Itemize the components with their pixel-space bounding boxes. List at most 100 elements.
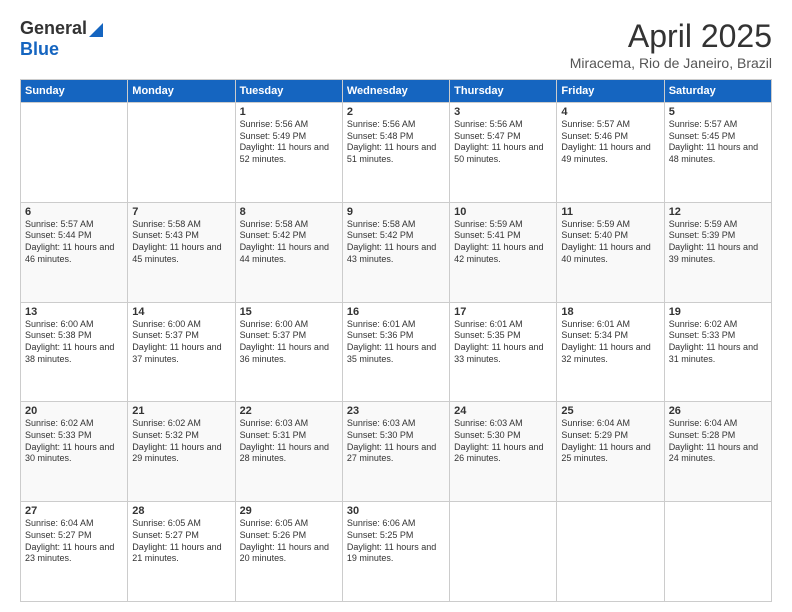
week-row-4: 20Sunrise: 6:02 AM Sunset: 5:33 PM Dayli… [21, 402, 772, 502]
day-cell: 30Sunrise: 6:06 AM Sunset: 5:25 PM Dayli… [342, 502, 449, 602]
cell-content: 16Sunrise: 6:01 AM Sunset: 5:36 PM Dayli… [347, 306, 445, 366]
day-number: 30 [347, 505, 445, 517]
day-header-thursday: Thursday [450, 80, 557, 103]
day-number: 20 [25, 405, 123, 417]
cell-details: Sunrise: 6:06 AM Sunset: 5:25 PM Dayligh… [347, 518, 445, 565]
day-number: 3 [454, 106, 552, 118]
day-cell: 22Sunrise: 6:03 AM Sunset: 5:31 PM Dayli… [235, 402, 342, 502]
day-cell [128, 103, 235, 203]
logo-general-text: General [20, 18, 87, 39]
cell-details: Sunrise: 6:04 AM Sunset: 5:27 PM Dayligh… [25, 518, 123, 565]
cell-content: 15Sunrise: 6:00 AM Sunset: 5:37 PM Dayli… [240, 306, 338, 366]
day-number: 23 [347, 405, 445, 417]
day-cell: 9Sunrise: 5:58 AM Sunset: 5:42 PM Daylig… [342, 202, 449, 302]
day-cell: 12Sunrise: 5:59 AM Sunset: 5:39 PM Dayli… [664, 202, 771, 302]
day-cell: 21Sunrise: 6:02 AM Sunset: 5:32 PM Dayli… [128, 402, 235, 502]
calendar-table: SundayMondayTuesdayWednesdayThursdayFrid… [20, 79, 772, 602]
day-cell: 18Sunrise: 6:01 AM Sunset: 5:34 PM Dayli… [557, 302, 664, 402]
day-cell [664, 502, 771, 602]
cell-content: 13Sunrise: 6:00 AM Sunset: 5:38 PM Dayli… [25, 306, 123, 366]
cell-details: Sunrise: 6:02 AM Sunset: 5:33 PM Dayligh… [25, 418, 123, 465]
day-cell: 11Sunrise: 5:59 AM Sunset: 5:40 PM Dayli… [557, 202, 664, 302]
day-cell: 6Sunrise: 5:57 AM Sunset: 5:44 PM Daylig… [21, 202, 128, 302]
week-row-3: 13Sunrise: 6:00 AM Sunset: 5:38 PM Dayli… [21, 302, 772, 402]
cell-content: 20Sunrise: 6:02 AM Sunset: 5:33 PM Dayli… [25, 405, 123, 465]
cell-content: 22Sunrise: 6:03 AM Sunset: 5:31 PM Dayli… [240, 405, 338, 465]
cell-content: 23Sunrise: 6:03 AM Sunset: 5:30 PM Dayli… [347, 405, 445, 465]
cell-details: Sunrise: 5:56 AM Sunset: 5:49 PM Dayligh… [240, 119, 338, 166]
day-cell: 2Sunrise: 5:56 AM Sunset: 5:48 PM Daylig… [342, 103, 449, 203]
cell-details: Sunrise: 6:03 AM Sunset: 5:30 PM Dayligh… [347, 418, 445, 465]
cell-content: 29Sunrise: 6:05 AM Sunset: 5:26 PM Dayli… [240, 505, 338, 565]
day-header-monday: Monday [128, 80, 235, 103]
day-number: 26 [669, 405, 767, 417]
cell-details: Sunrise: 5:59 AM Sunset: 5:40 PM Dayligh… [561, 219, 659, 266]
cell-details: Sunrise: 6:00 AM Sunset: 5:37 PM Dayligh… [132, 319, 230, 366]
cell-content: 8Sunrise: 5:58 AM Sunset: 5:42 PM Daylig… [240, 206, 338, 266]
cell-content: 17Sunrise: 6:01 AM Sunset: 5:35 PM Dayli… [454, 306, 552, 366]
cell-content: 6Sunrise: 5:57 AM Sunset: 5:44 PM Daylig… [25, 206, 123, 266]
day-number: 17 [454, 306, 552, 318]
day-number: 14 [132, 306, 230, 318]
week-row-5: 27Sunrise: 6:04 AM Sunset: 5:27 PM Dayli… [21, 502, 772, 602]
title-block: April 2025 Miracema, Rio de Janeiro, Bra… [570, 18, 772, 71]
day-number: 12 [669, 206, 767, 218]
cell-details: Sunrise: 5:57 AM Sunset: 5:45 PM Dayligh… [669, 119, 767, 166]
day-number: 25 [561, 405, 659, 417]
cell-details: Sunrise: 5:58 AM Sunset: 5:42 PM Dayligh… [240, 219, 338, 266]
day-number: 18 [561, 306, 659, 318]
cell-details: Sunrise: 5:56 AM Sunset: 5:47 PM Dayligh… [454, 119, 552, 166]
day-cell: 8Sunrise: 5:58 AM Sunset: 5:42 PM Daylig… [235, 202, 342, 302]
cell-content: 28Sunrise: 6:05 AM Sunset: 5:27 PM Dayli… [132, 505, 230, 565]
day-cell: 5Sunrise: 5:57 AM Sunset: 5:45 PM Daylig… [664, 103, 771, 203]
cell-content: 19Sunrise: 6:02 AM Sunset: 5:33 PM Dayli… [669, 306, 767, 366]
day-cell: 20Sunrise: 6:02 AM Sunset: 5:33 PM Dayli… [21, 402, 128, 502]
day-cell: 19Sunrise: 6:02 AM Sunset: 5:33 PM Dayli… [664, 302, 771, 402]
cell-details: Sunrise: 5:59 AM Sunset: 5:41 PM Dayligh… [454, 219, 552, 266]
cell-content: 26Sunrise: 6:04 AM Sunset: 5:28 PM Dayli… [669, 405, 767, 465]
logo: General Blue [20, 18, 103, 60]
days-header-row: SundayMondayTuesdayWednesdayThursdayFrid… [21, 80, 772, 103]
day-cell: 28Sunrise: 6:05 AM Sunset: 5:27 PM Dayli… [128, 502, 235, 602]
day-number: 24 [454, 405, 552, 417]
cell-content: 1Sunrise: 5:56 AM Sunset: 5:49 PM Daylig… [240, 106, 338, 166]
day-header-saturday: Saturday [664, 80, 771, 103]
cell-content: 18Sunrise: 6:01 AM Sunset: 5:34 PM Dayli… [561, 306, 659, 366]
day-cell: 14Sunrise: 6:00 AM Sunset: 5:37 PM Dayli… [128, 302, 235, 402]
week-row-1: 1Sunrise: 5:56 AM Sunset: 5:49 PM Daylig… [21, 103, 772, 203]
cell-content: 30Sunrise: 6:06 AM Sunset: 5:25 PM Dayli… [347, 505, 445, 565]
day-cell: 16Sunrise: 6:01 AM Sunset: 5:36 PM Dayli… [342, 302, 449, 402]
day-cell: 26Sunrise: 6:04 AM Sunset: 5:28 PM Dayli… [664, 402, 771, 502]
cell-details: Sunrise: 6:02 AM Sunset: 5:33 PM Dayligh… [669, 319, 767, 366]
header: General Blue April 2025 Miracema, Rio de… [20, 18, 772, 71]
day-header-wednesday: Wednesday [342, 80, 449, 103]
cell-details: Sunrise: 5:59 AM Sunset: 5:39 PM Dayligh… [669, 219, 767, 266]
cell-details: Sunrise: 6:04 AM Sunset: 5:29 PM Dayligh… [561, 418, 659, 465]
cell-details: Sunrise: 5:58 AM Sunset: 5:42 PM Dayligh… [347, 219, 445, 266]
day-number: 13 [25, 306, 123, 318]
day-header-friday: Friday [557, 80, 664, 103]
cell-content: 14Sunrise: 6:00 AM Sunset: 5:37 PM Dayli… [132, 306, 230, 366]
cell-details: Sunrise: 5:56 AM Sunset: 5:48 PM Dayligh… [347, 119, 445, 166]
day-number: 10 [454, 206, 552, 218]
cell-content: 10Sunrise: 5:59 AM Sunset: 5:41 PM Dayli… [454, 206, 552, 266]
cell-details: Sunrise: 6:03 AM Sunset: 5:31 PM Dayligh… [240, 418, 338, 465]
day-cell: 3Sunrise: 5:56 AM Sunset: 5:47 PM Daylig… [450, 103, 557, 203]
location: Miracema, Rio de Janeiro, Brazil [570, 55, 772, 71]
day-number: 6 [25, 206, 123, 218]
cell-content: 2Sunrise: 5:56 AM Sunset: 5:48 PM Daylig… [347, 106, 445, 166]
day-cell: 17Sunrise: 6:01 AM Sunset: 5:35 PM Dayli… [450, 302, 557, 402]
day-header-tuesday: Tuesday [235, 80, 342, 103]
cell-details: Sunrise: 6:05 AM Sunset: 5:27 PM Dayligh… [132, 518, 230, 565]
cell-content: 4Sunrise: 5:57 AM Sunset: 5:46 PM Daylig… [561, 106, 659, 166]
cell-details: Sunrise: 6:02 AM Sunset: 5:32 PM Dayligh… [132, 418, 230, 465]
cell-details: Sunrise: 6:01 AM Sunset: 5:34 PM Dayligh… [561, 319, 659, 366]
day-number: 11 [561, 206, 659, 218]
day-cell: 15Sunrise: 6:00 AM Sunset: 5:37 PM Dayli… [235, 302, 342, 402]
logo-icon [89, 19, 103, 37]
calendar-page: General Blue April 2025 Miracema, Rio de… [0, 0, 792, 612]
day-cell: 4Sunrise: 5:57 AM Sunset: 5:46 PM Daylig… [557, 103, 664, 203]
cell-details: Sunrise: 6:05 AM Sunset: 5:26 PM Dayligh… [240, 518, 338, 565]
day-number: 28 [132, 505, 230, 517]
month-year: April 2025 [570, 18, 772, 55]
